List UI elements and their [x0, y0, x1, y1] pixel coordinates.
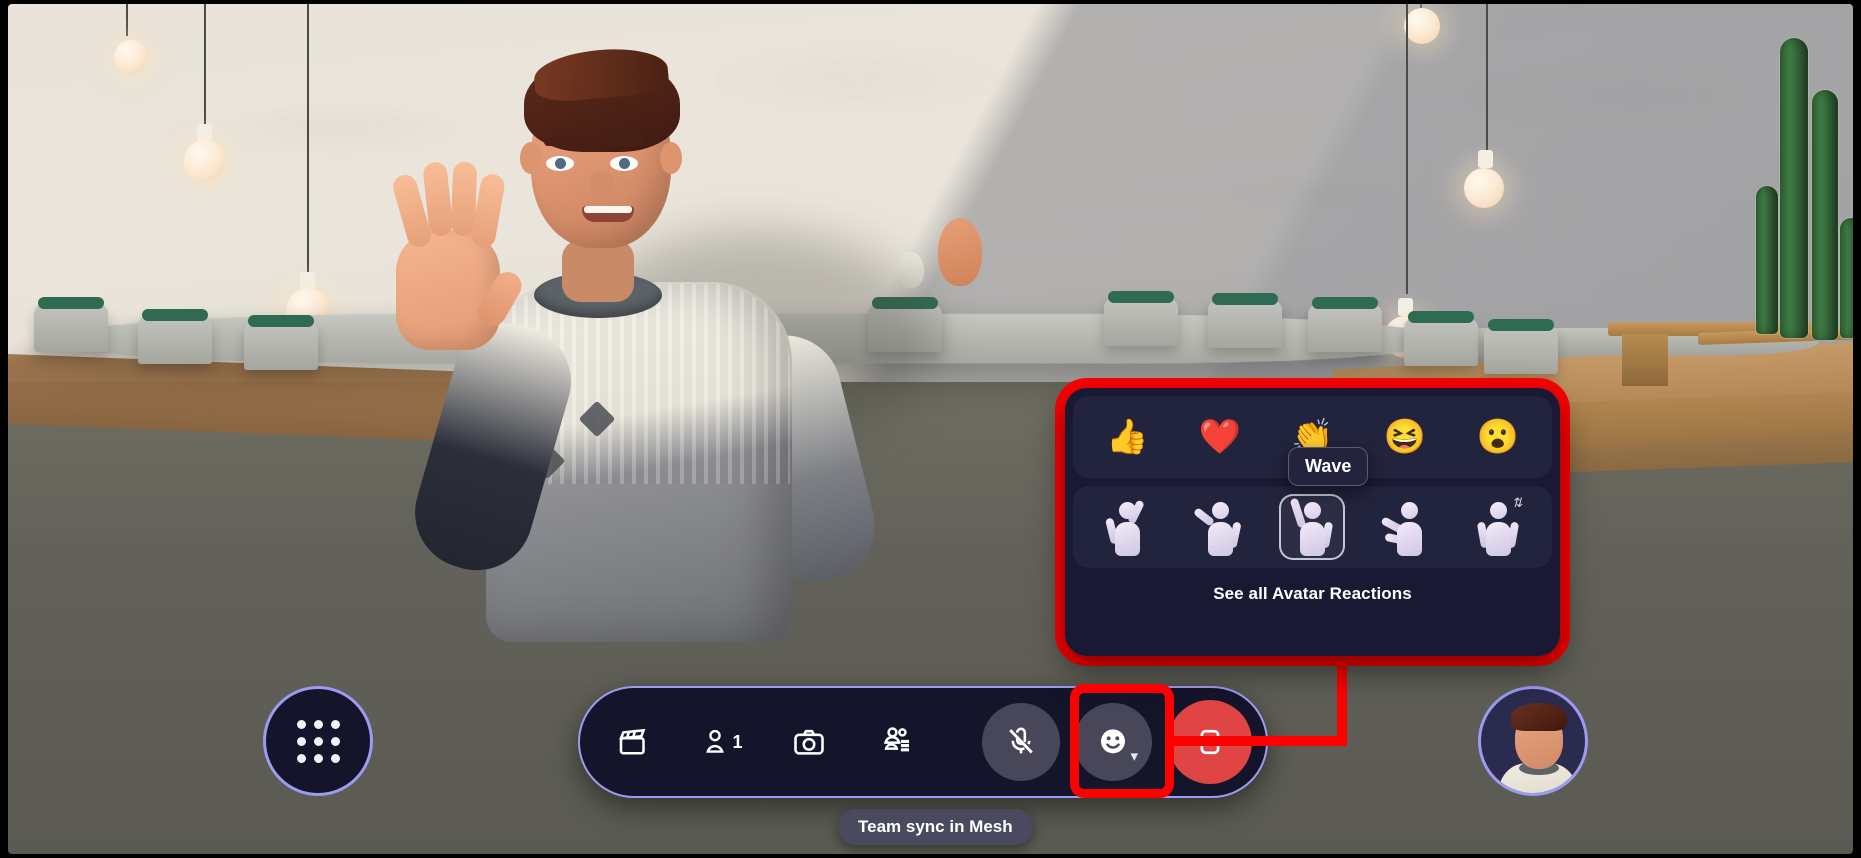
- celebrate-icon: [1106, 498, 1148, 556]
- roster-icon: [879, 724, 915, 760]
- stage-view-button[interactable]: [594, 703, 672, 781]
- thumbs-up-icon: 👍: [1106, 420, 1148, 454]
- gesture-celebrate-button[interactable]: [1094, 494, 1160, 560]
- cactus-tall: [1780, 38, 1808, 338]
- laugh-icon: 😆: [1384, 420, 1426, 454]
- salute-icon: [1199, 498, 1241, 556]
- gesture-salute-button[interactable]: [1187, 494, 1253, 560]
- avatar-gesture-row: ⇅: [1073, 486, 1552, 568]
- participants-button[interactable]: 1: [682, 703, 760, 781]
- gesture-clap-button[interactable]: [1372, 494, 1438, 560]
- app-launcher-button[interactable]: [263, 686, 373, 796]
- self-avatar-thumbnail[interactable]: [1478, 686, 1588, 796]
- chat-button[interactable]: [858, 703, 936, 781]
- camera-icon: [791, 724, 827, 760]
- cactus-mid: [1812, 90, 1838, 340]
- reactions-panel[interactable]: 👍 ❤️ 👏 😆 😮 ⇅ See all Avatar Reactions: [1065, 388, 1560, 656]
- microphone-button[interactable]: [982, 703, 1060, 781]
- callout-connector-vertical: [1337, 656, 1347, 746]
- reaction-laugh-button[interactable]: 😆: [1372, 404, 1438, 470]
- user-avatar-3d: [338, 34, 858, 634]
- bench-leg: [1622, 334, 1668, 386]
- reaction-heart-button[interactable]: ❤️: [1187, 404, 1253, 470]
- callout-connector-horizontal: [1168, 736, 1347, 746]
- screenshot-root: 👍 ❤️ 👏 😆 😮 ⇅ See all Avatar Reactions Wa…: [0, 0, 1861, 858]
- surprised-icon: 😮: [1477, 420, 1519, 454]
- wave-tooltip: Wave: [1288, 447, 1368, 486]
- clapperboard-icon: [615, 724, 651, 760]
- grid-dots-icon: [297, 720, 340, 763]
- gesture-wave-button[interactable]: [1279, 494, 1345, 560]
- heart-icon: ❤️: [1199, 420, 1241, 454]
- people-icon: [699, 726, 731, 758]
- cactus-small: [1840, 218, 1853, 338]
- cactus-short: [1756, 186, 1778, 334]
- jump-icon: ⇅: [1477, 498, 1519, 556]
- clap-icon: [1384, 498, 1426, 556]
- see-all-avatar-reactions-link[interactable]: See all Avatar Reactions: [1073, 568, 1552, 620]
- wave-icon: [1291, 498, 1333, 556]
- meeting-title-pill: Team sync in Mesh: [838, 809, 1033, 845]
- participant-count: 1: [732, 732, 742, 753]
- vase-large: [938, 218, 982, 286]
- toolbar-left-group: 1: [580, 703, 936, 781]
- reactions-button-highlight: [1070, 684, 1174, 798]
- reaction-thumbs-up-button[interactable]: 👍: [1094, 404, 1160, 470]
- camera-button[interactable]: [770, 703, 848, 781]
- reaction-surprised-button[interactable]: 😮: [1465, 404, 1531, 470]
- mic-off-icon: [1004, 725, 1038, 759]
- gesture-jump-button[interactable]: ⇅: [1465, 494, 1531, 560]
